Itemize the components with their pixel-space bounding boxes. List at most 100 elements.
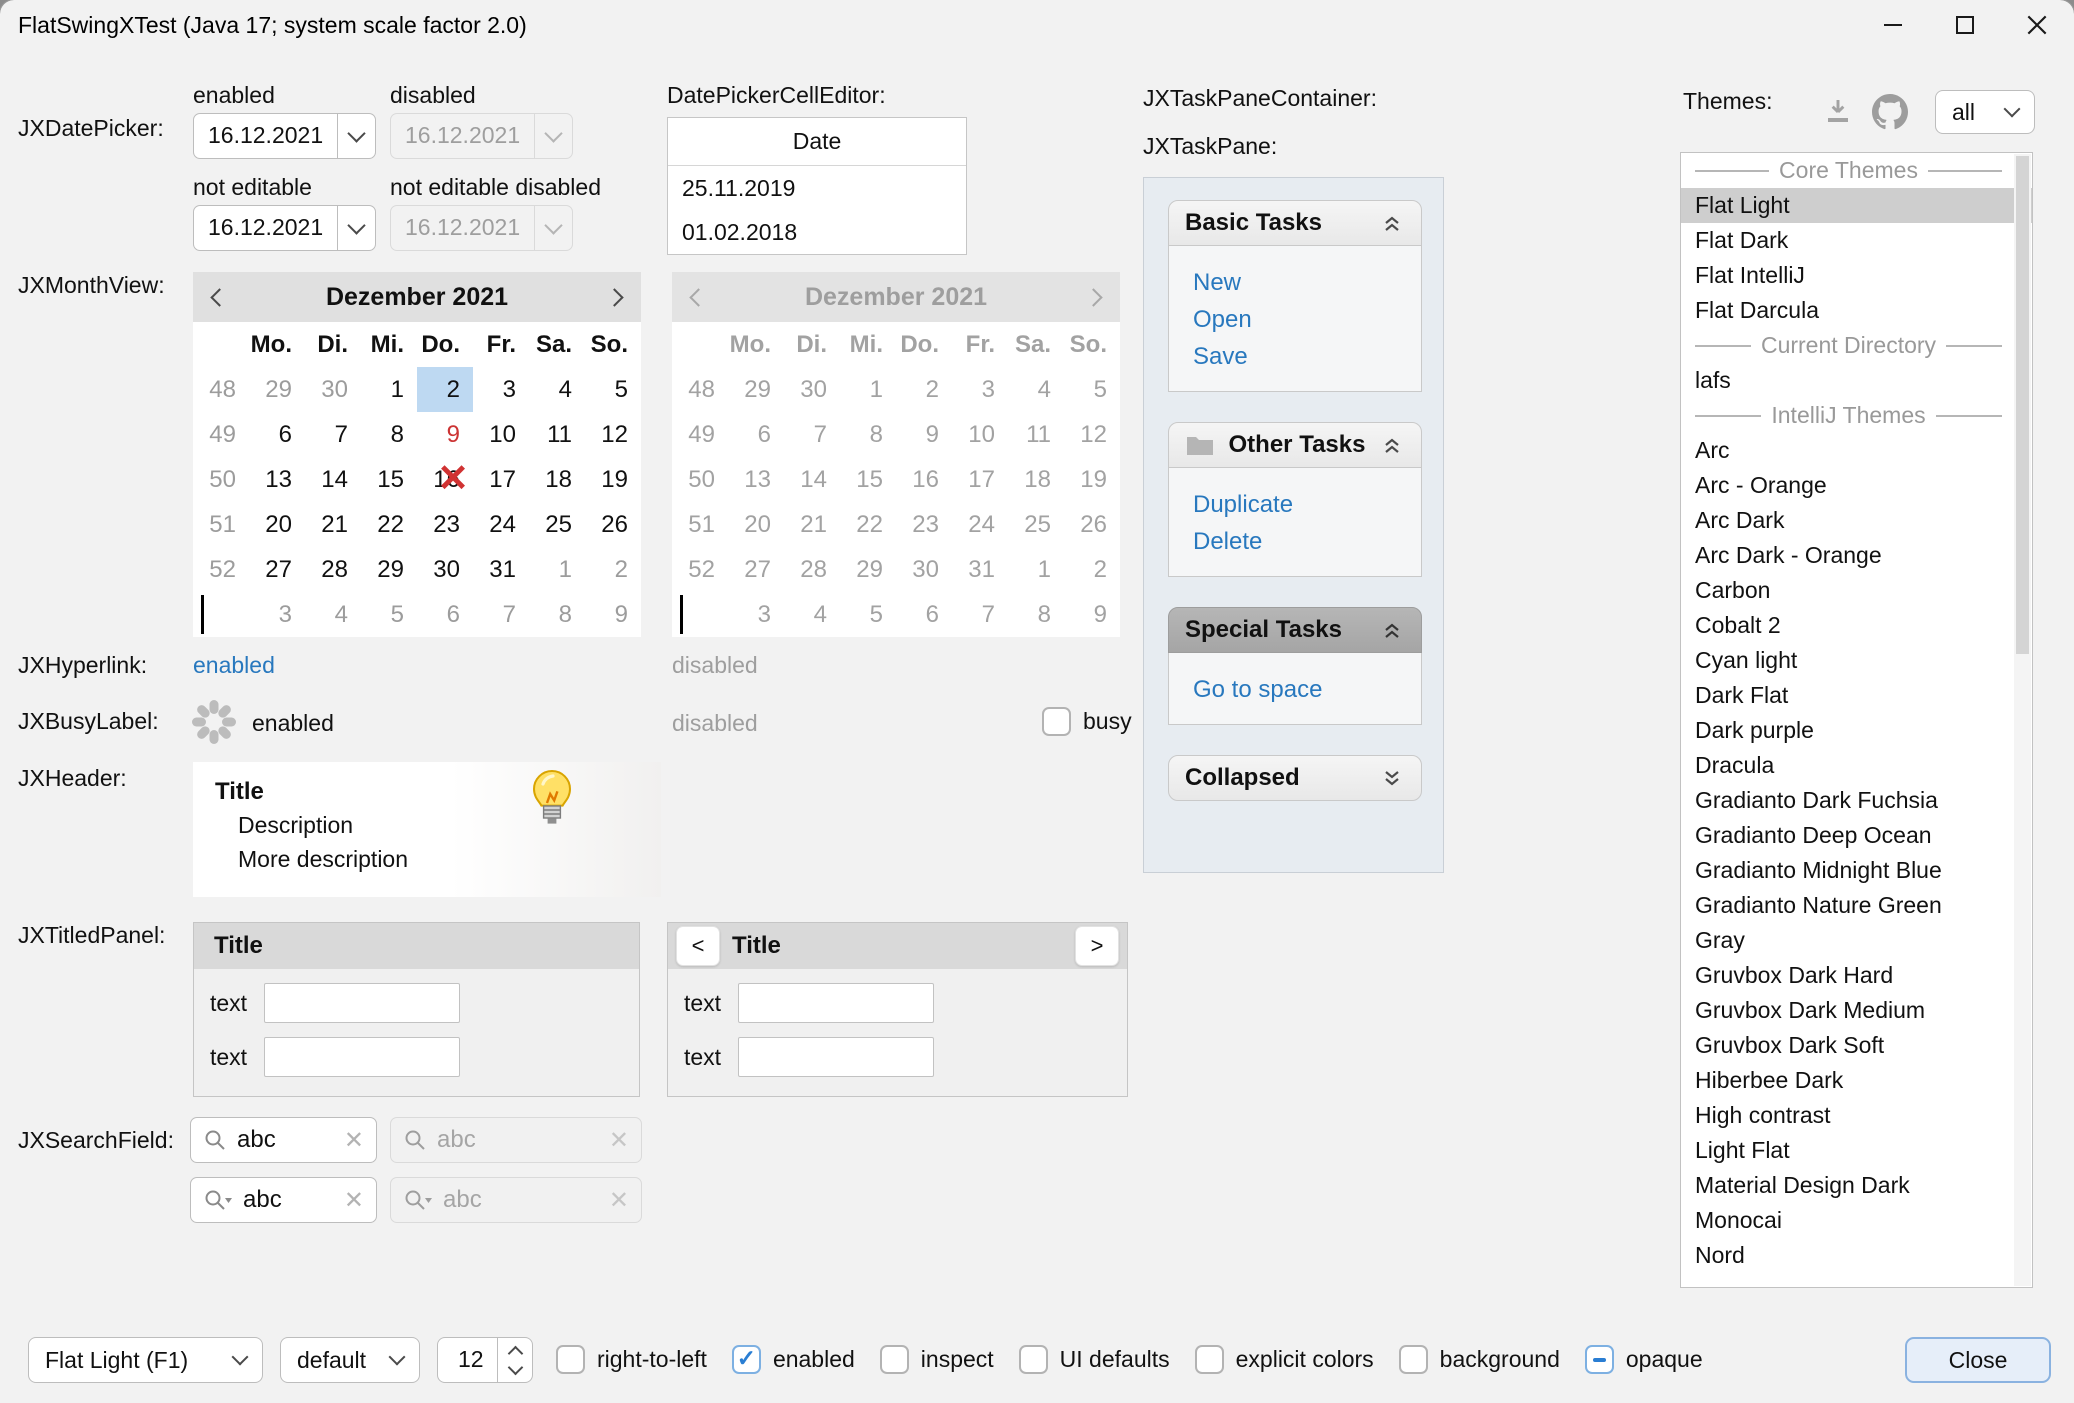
theme-list-item[interactable]: Gradianto Midnight Blue (1681, 853, 2032, 888)
theme-list-item[interactable]: Core Themes (1681, 153, 2032, 188)
laf-combo[interactable]: Flat Light (F1) (28, 1337, 263, 1383)
calendar-cell[interactable]: 16 (417, 457, 473, 502)
calendar-cell[interactable]: 21 (305, 502, 361, 547)
calendar-cell[interactable] (193, 592, 249, 637)
calendar-cell[interactable]: 8 (529, 592, 585, 637)
calendar-cell[interactable]: 7 (305, 412, 361, 457)
github-icon[interactable] (1872, 94, 1908, 136)
calendar-cell[interactable]: 14 (305, 457, 361, 502)
theme-list-item[interactable]: Current Directory (1681, 328, 2032, 363)
calendar-cell[interactable]: 52 (193, 547, 249, 592)
calendar-cell[interactable]: 10 (473, 412, 529, 457)
theme-list-item[interactable]: Nord (1681, 1238, 2032, 1273)
theme-list-item[interactable]: Flat Darcula (1681, 293, 2032, 328)
taskpane-header[interactable]: Special Tasks (1168, 607, 1422, 653)
theme-list-item[interactable]: Arc Dark - Orange (1681, 538, 2032, 573)
checkbox-box[interactable] (732, 1345, 761, 1374)
search-input[interactable]: abc (243, 1186, 334, 1214)
theme-list-item[interactable]: Gray (1681, 923, 2032, 958)
calendar-cell[interactable]: 2 (585, 547, 641, 592)
calendar-cell[interactable]: 9 (585, 592, 641, 637)
calendar-cell[interactable]: 30 (417, 547, 473, 592)
collapse-chevron-icon[interactable] (1379, 617, 1405, 643)
calendar-cell[interactable]: 9 (417, 412, 473, 457)
calendar-cell[interactable]: 50 (193, 457, 249, 502)
expand-chevron-icon[interactable] (1379, 765, 1405, 791)
theme-list-item[interactable]: Light Flat (1681, 1133, 2032, 1168)
option-checkbox[interactable]: enabled (732, 1345, 855, 1374)
calendar-cell[interactable]: 30 (305, 367, 361, 412)
option-checkbox[interactable]: inspect (880, 1345, 994, 1374)
calendar-cell[interactable]: 2 (417, 367, 473, 412)
calendar-cell[interactable] (193, 322, 249, 367)
clear-icon[interactable]: ✕ (344, 1186, 364, 1215)
calendar-cell[interactable]: 4 (305, 592, 361, 637)
busy-checkbox[interactable]: busy (1042, 707, 1132, 736)
datepicker-enabled[interactable]: 16.12.2021 (193, 113, 376, 159)
calendar-cell[interactable]: 11 (529, 412, 585, 457)
calendar-cell[interactable]: 51 (193, 502, 249, 547)
option-checkbox[interactable]: UI defaults (1019, 1345, 1170, 1374)
calendar-cell[interactable]: 49 (193, 412, 249, 457)
titledpanel-right-button[interactable]: > (1075, 926, 1119, 966)
calendar-cell[interactable]: 1 (361, 367, 417, 412)
themes-filter-combo[interactable]: all (1935, 90, 2035, 134)
datepicker-dropdown-button[interactable] (337, 114, 375, 158)
calendar-cell[interactable]: 8 (361, 412, 417, 457)
font-size-spinner[interactable]: 12 (437, 1337, 533, 1383)
minimize-button[interactable] (1862, 0, 1924, 50)
theme-list-item[interactable]: Material Design Dark (1681, 1168, 2032, 1203)
taskpane-header[interactable]: Collapsed (1168, 755, 1422, 801)
checkbox-box[interactable] (556, 1345, 585, 1374)
calendar-cell[interactable]: 18 (529, 457, 585, 502)
theme-list-item[interactable]: Carbon (1681, 573, 2032, 608)
titledpanel-left-button[interactable]: < (676, 926, 720, 966)
taskpane-link[interactable]: Delete (1193, 523, 1421, 560)
calendar-cell[interactable]: 3 (473, 367, 529, 412)
scrollbar[interactable] (2014, 154, 2031, 1286)
text-input[interactable] (738, 983, 934, 1023)
table-row[interactable]: 25.11.2019 (668, 166, 966, 210)
clear-icon[interactable]: ✕ (344, 1126, 364, 1155)
calendar-cell[interactable]: 28 (305, 547, 361, 592)
calendar-cell[interactable]: 22 (361, 502, 417, 547)
calendar-cell[interactable]: Di. (305, 322, 361, 367)
table-row[interactable]: 01.02.2018 (668, 210, 966, 254)
close-button[interactable]: Close (1905, 1337, 2051, 1383)
taskpane-link[interactable]: Open (1193, 301, 1421, 338)
spinner-buttons[interactable] (497, 1338, 532, 1382)
checkbox-box[interactable] (1399, 1345, 1428, 1374)
theme-list-item[interactable]: Monocai (1681, 1203, 2032, 1238)
calendar-cell[interactable]: 6 (417, 592, 473, 637)
next-month-icon[interactable] (605, 288, 623, 306)
calendar-cell[interactable]: 25 (529, 502, 585, 547)
theme-list-item[interactable]: Arc (1681, 433, 2032, 468)
text-input[interactable] (264, 1037, 460, 1077)
close-window-button[interactable] (2006, 0, 2068, 50)
calendar-cell[interactable]: 20 (249, 502, 305, 547)
spinner-value[interactable]: 12 (438, 1338, 497, 1382)
theme-list-item[interactable]: High contrast (1681, 1098, 2032, 1133)
calendar-cell[interactable]: 27 (249, 547, 305, 592)
theme-list-item[interactable]: Dark Flat (1681, 678, 2032, 713)
calendar-cell[interactable]: 29 (361, 547, 417, 592)
theme-list-item[interactable]: Cobalt 2 (1681, 608, 2032, 643)
option-checkbox[interactable]: right-to-left (556, 1345, 707, 1374)
table-column-header[interactable]: Date (668, 118, 966, 166)
calendar-cell[interactable]: Fr. (473, 322, 529, 367)
option-checkbox[interactable]: explicit colors (1195, 1345, 1374, 1374)
collapse-chevron-icon[interactable] (1379, 210, 1405, 236)
theme-list-item[interactable]: Cyan light (1681, 643, 2032, 678)
calendar-cell[interactable]: Sa. (529, 322, 585, 367)
calendar-cell[interactable]: 5 (361, 592, 417, 637)
scrollbar-thumb[interactable] (2016, 156, 2029, 654)
taskpane-link[interactable]: Go to space (1193, 671, 1421, 708)
calendar-cell[interactable]: 17 (473, 457, 529, 502)
option-checkbox[interactable]: background (1399, 1345, 1560, 1374)
calendar-cell[interactable]: 31 (473, 547, 529, 592)
style-combo[interactable]: default (280, 1337, 420, 1383)
collapse-chevron-icon[interactable] (1379, 432, 1405, 458)
theme-list-item[interactable]: Gradianto Deep Ocean (1681, 818, 2032, 853)
checkbox-box[interactable] (1195, 1345, 1224, 1374)
theme-list-item[interactable]: Flat IntelliJ (1681, 258, 2032, 293)
